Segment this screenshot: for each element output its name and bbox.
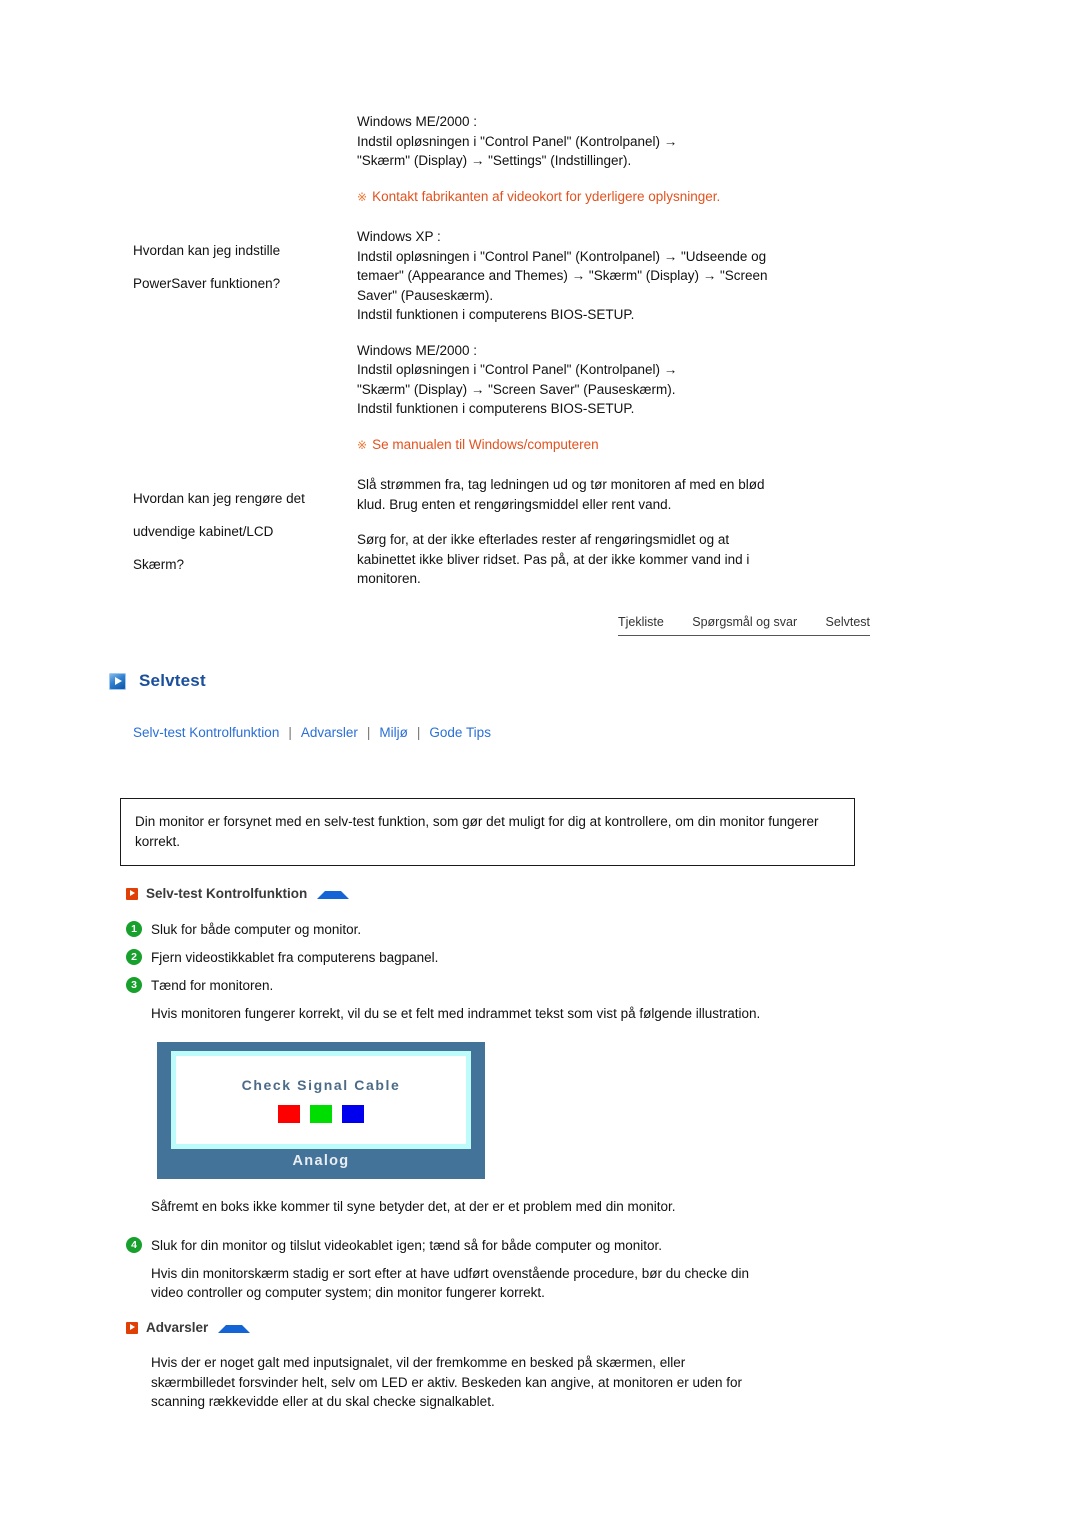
step-number-badge: 4	[126, 1237, 142, 1253]
green-swatch	[310, 1105, 332, 1123]
answer-line: Windows ME/2000 :	[357, 114, 478, 129]
step-number-badge: 3	[126, 977, 142, 993]
question-line: Hvordan kan jeg rengøre det	[133, 490, 305, 506]
advarsler-line: Hvis der er noget galt med inputsignalet…	[151, 1355, 686, 1370]
table-row: Hvordan kan jeg rengøre det udvendige ka…	[133, 475, 873, 589]
answer-line: klud. Brug enten et rengøringsmiddel ell…	[357, 496, 672, 512]
subnav-link-selv-test-kontrolfunktion[interactable]: Selv-test Kontrolfunktion	[133, 725, 279, 740]
answer-line: Indstil opløsningen i "Control Panel" (K…	[357, 248, 767, 264]
advarsler-body: Hvis der er noget galt med inputsignalet…	[151, 1353, 871, 1412]
note-marker-icon: ※	[357, 437, 368, 452]
subsection-heading-advarsler: Advarsler	[126, 1320, 251, 1335]
question-line: Hvordan kan jeg indstille	[133, 242, 281, 258]
answer-line: Windows XP :	[357, 229, 441, 244]
breadcrumb-item-spoergsmaal-og-svar[interactable]: Spørgsmål og svar	[692, 615, 797, 629]
orange-play-square-icon	[126, 1321, 138, 1334]
scroll-to-top-triangle-icon[interactable]	[218, 1324, 251, 1333]
note-text: Se manualen til Windows/computeren	[372, 436, 599, 452]
step-number-badge: 1	[126, 921, 142, 937]
faq-question-cell: Hvordan kan jeg indstille PowerSaver fun…	[133, 227, 357, 307]
step-number-badge: 2	[126, 949, 142, 965]
list-item: 4 Sluk for din monitor og tilslut videok…	[126, 1236, 886, 1255]
step-text: Sluk for både computer og monitor.	[151, 922, 362, 937]
faq-note: ※ Kontakt fabrikanten af videokort for yd…	[357, 187, 873, 208]
answer-line: temaer" (Appearance and Themes) → "Skærm…	[357, 268, 768, 283]
breadcrumb-divider	[618, 635, 870, 636]
breadcrumb: Tjekliste Spørgsmål og svar Selvtest	[618, 615, 870, 636]
subnav-link-advarsler[interactable]: Advarsler	[301, 725, 358, 740]
faq-note: ※ Se manualen til Windows/computeren	[357, 435, 873, 456]
answer-line: Windows ME/2000 :	[357, 342, 478, 358]
screen-message-text: Check Signal Cable	[241, 1077, 401, 1093]
rgb-swatch-row	[278, 1105, 364, 1123]
answer-line: Indstil opløsningen i "Control Panel" (K…	[357, 362, 678, 377]
step-text: Fjern videostikkablet fra computerens ba…	[151, 950, 439, 965]
faq-question-cell: Hvordan kan jeg rengøre det udvendige ka…	[133, 475, 357, 588]
answer-line: Indstil funktionen i computerens BIOS-SE…	[357, 307, 635, 322]
answer-line: Indstil opløsningen i "Control Panel" (K…	[357, 133, 678, 149]
table-row: Hvordan kan jeg indstille PowerSaver fun…	[133, 227, 873, 455]
subnav-separator: |	[416, 725, 421, 740]
note-marker-icon: ※	[357, 189, 368, 204]
faq-answer-cell: Windows XP : Indstil opløsningen i "Cont…	[357, 227, 873, 455]
answer-line: kabinettet ikke bliver ridset. Pas på, a…	[357, 551, 750, 567]
monitor-screen: Check Signal Cable	[171, 1051, 471, 1149]
answer-line: monitoren.	[357, 571, 421, 586]
red-swatch	[278, 1105, 300, 1123]
step4-note-line: Hvis din monitorskærm stadig er sort eft…	[151, 1266, 750, 1281]
page-title: Selvtest	[109, 671, 206, 691]
section-title-text: Selvtest	[139, 671, 206, 690]
scroll-to-top-triangle-icon[interactable]	[317, 890, 350, 899]
question-line: Skærm?	[133, 556, 185, 572]
blue-swatch	[342, 1105, 364, 1123]
advarsler-line: scanning rækkevidde eller at du skal che…	[151, 1394, 495, 1409]
subsection-title-text: Selv-test Kontrolfunktion	[146, 886, 308, 901]
orange-play-square-icon	[126, 887, 138, 900]
breadcrumb-item-tjekliste[interactable]: Tjekliste	[618, 615, 664, 629]
subnav-link-gode-tips[interactable]: Gode Tips	[429, 725, 491, 740]
question-line: PowerSaver funktionen?	[133, 275, 281, 291]
selftest-steps-list: 1 Sluk for både computer og monitor. 2 F…	[126, 920, 866, 1023]
subnav-separator: |	[366, 725, 371, 740]
table-row: Windows ME/2000 : Indstil opløsningen i …	[133, 112, 873, 207]
list-item: 3 Tænd for monitoren.	[126, 976, 866, 995]
answer-line: Indstil funktionen i computerens BIOS-SE…	[357, 401, 635, 416]
note-text: Kontakt fabrikanten af videokort for yde…	[372, 188, 721, 204]
list-item: 2 Fjern videostikkablet fra computerens …	[126, 948, 866, 967]
step-text: Sluk for din monitor og tilslut videokab…	[151, 1238, 663, 1253]
answer-line: Slå strømmen fra, tag ledningen ud og tø…	[357, 477, 765, 492]
subsection-title-text: Advarsler	[146, 1320, 209, 1335]
selftest-after-steps-text: Hvis monitoren fungerer korrekt, vil du …	[151, 1006, 761, 1021]
list-item: 1 Sluk for både computer og monitor.	[126, 920, 866, 939]
answer-line: "Skærm" (Display) → "Screen Saver" (Paus…	[357, 381, 676, 397]
subnav: Selv-test Kontrolfunktion | Advarsler | Milj…	[133, 725, 491, 740]
answer-line: Saver" (Pauseskærm).	[357, 287, 494, 303]
faq-answer-cell: Windows ME/2000 : Indstil opløsningen i …	[357, 112, 873, 207]
subsection-heading-selv-test-kontrolfunktion: Selv-test Kontrolfunktion	[126, 886, 350, 901]
advarsler-line: skærmbilledet forsvinder helt, selv om L…	[151, 1374, 743, 1390]
breadcrumb-item-selvtest[interactable]: Selvtest	[826, 615, 870, 629]
answer-line: Sørg for, at der ikke efterlades rester …	[357, 532, 730, 547]
intro-text: Din monitor er forsynet med en selv-test…	[135, 814, 819, 849]
subnav-link-miljoe[interactable]: Miljø	[379, 725, 408, 740]
subnav-separator: |	[288, 725, 292, 740]
blue-play-square-icon	[109, 672, 126, 690]
step-text: Tænd for monitoren.	[151, 978, 274, 993]
question-line: udvendige kabinet/LCD	[133, 523, 274, 539]
monitor-input-label: Analog	[292, 1153, 350, 1169]
monitor-illustration: Check Signal Cable Analog	[157, 1042, 485, 1179]
step4-note-line: video controller og computer system; din…	[151, 1285, 545, 1300]
answer-line: "Skærm" (Display) → "Settings" (Indstill…	[357, 153, 632, 168]
faq-table: Windows ME/2000 : Indstil opløsningen i …	[133, 112, 873, 589]
selftest-step4-list: 4 Sluk for din monitor og tilslut videok…	[126, 1236, 886, 1302]
selftest-after-monitor-text: Såfremt en boks ikke kommer til syne bet…	[151, 1199, 676, 1214]
intro-box: Din monitor er forsynet med en selv-test…	[120, 798, 855, 866]
faq-answer-cell: Slå strømmen fra, tag ledningen ud og tø…	[357, 475, 873, 589]
